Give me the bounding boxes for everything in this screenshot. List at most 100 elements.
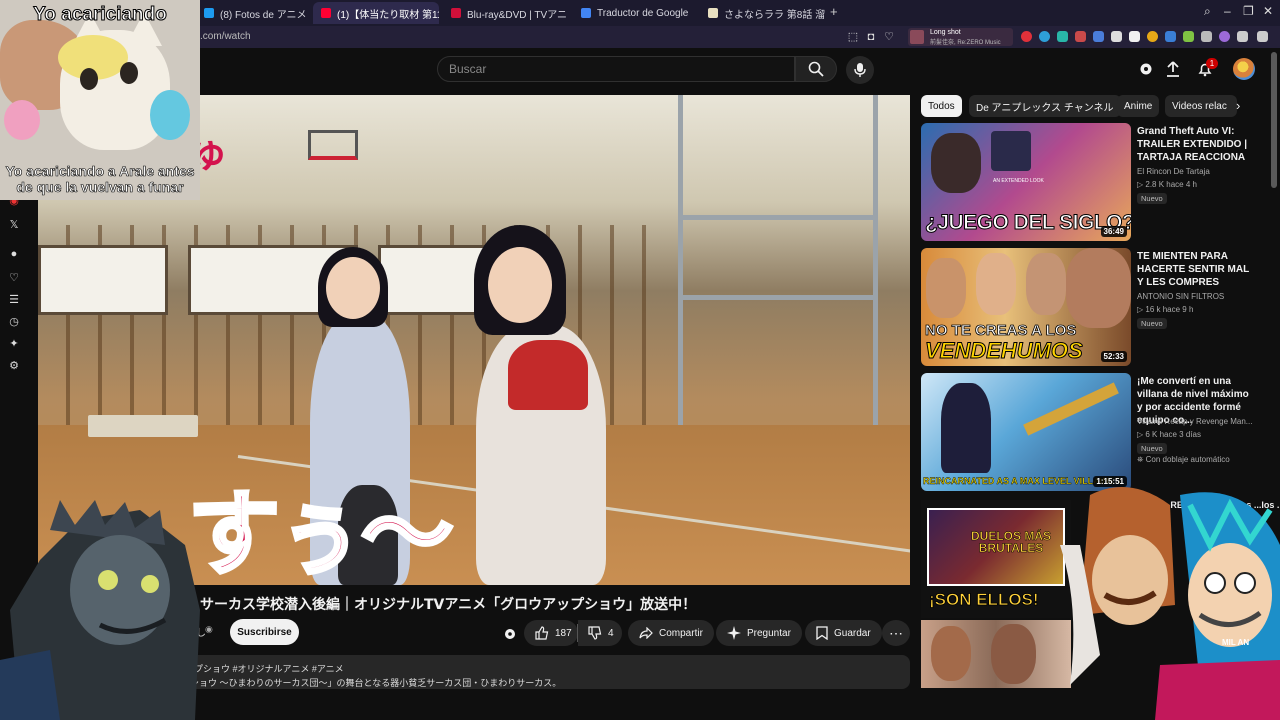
extensions-puzzle-icon[interactable] — [1201, 31, 1212, 42]
vtuber-label: MIL AN — [1222, 638, 1249, 647]
history-icon[interactable]: ◷ — [6, 313, 22, 329]
channel-name[interactable]: ANTONIO SIN FILTROS — [1137, 292, 1224, 301]
description-box[interactable]: アップショウ #オリジナルアニメ #アニメ ップショウ 〜ひまわりのサーカス団〜… — [160, 655, 910, 689]
dislike-button[interactable]: 4 — [578, 620, 622, 646]
media-player-widget[interactable]: Long shot 前髪佳奈, Re:ZERO Music — [908, 28, 1013, 46]
tab-label: (1)【体当たり取材 第11弾】サ — [337, 9, 439, 21]
streamer-face — [931, 133, 981, 193]
extension-icon[interactable] — [1129, 31, 1140, 42]
video-person-shirt — [508, 340, 588, 410]
video-thumbnail[interactable]: DUELOS MÁS BRUTALES ¡SON ELLOS! — [921, 500, 1071, 618]
extension-icon[interactable] — [1039, 31, 1050, 42]
person-face — [1026, 253, 1066, 315]
chip-anime[interactable]: Anime — [1117, 95, 1160, 117]
anime-staff — [1023, 382, 1119, 436]
video-stats: ▷ 6 K hace 3 días — [1137, 430, 1201, 439]
video-thumbnail[interactable]: AN EXTENDED LOOK ¿JUEGO DEL SIGLO? 36:49 — [921, 123, 1131, 241]
channel-name[interactable]: El Rincon De Tartaja — [1137, 167, 1210, 176]
streamer-avatar-monster — [0, 500, 200, 720]
extension-icon[interactable] — [1093, 31, 1104, 42]
browser-tab[interactable]: Blu-ray&DVD | TVアニメ「グロ — [443, 2, 567, 24]
new-badge: Nuevo — [1137, 318, 1167, 329]
restore-icon[interactable]: ❐ — [1243, 4, 1254, 18]
profile-icon[interactable] — [1219, 31, 1230, 42]
spotify-icon[interactable]: ● — [6, 246, 22, 262]
browser-tab-active[interactable]: (1)【体当たり取材 第11弾】サ — [313, 2, 439, 24]
recommended-video[interactable]: AN EXTENDED LOOK ¿JUEGO DEL SIGLO? 36:49… — [921, 123, 1271, 243]
auto-dub-label: ⛯ Con doblaje automático — [1137, 455, 1230, 465]
video-title[interactable]: TE MIENTEN PARA HACERTE SENTIR MAL Y LES… — [1137, 250, 1257, 289]
video-thumbnail[interactable] — [921, 620, 1071, 688]
video-title[interactable]: Grand Theft Auto VI: TRAILER EXTENDIDO |… — [1137, 125, 1257, 164]
downloads-icon[interactable] — [1237, 31, 1248, 42]
browser-tab[interactable]: さよならララ 第8話 溜出担当し — [700, 2, 826, 24]
thumbnail-text: NO TE CREAS A LOS — [925, 322, 1077, 340]
screen: (8) Fotos de アニメ「グロウアップ (1)【体当たり取材 第11弾】… — [0, 0, 1280, 720]
chip-related[interactable]: Videos relac — [1165, 95, 1237, 117]
thumbnail-text: DUELOS MÁS BRUTALES — [970, 529, 1052, 555]
minimize-icon[interactable]: – — [1224, 4, 1231, 18]
extension-icon[interactable] — [1183, 31, 1194, 42]
more-actions-button[interactable]: ⋯ — [882, 620, 910, 646]
bookmark-icon — [816, 626, 828, 640]
video-mat — [88, 415, 198, 437]
bookmark-heart-icon[interactable]: ♡ — [882, 30, 896, 44]
like-button[interactable]: 187 — [524, 620, 578, 646]
recommended-video[interactable]: REINCARNATED AS A MAX LEVEL VILLAINES 1:… — [921, 373, 1271, 493]
video-thumbnail[interactable]: REINCARNATED AS A MAX LEVEL VILLAINES 1:… — [921, 373, 1131, 491]
person-face — [926, 258, 966, 318]
url-text[interactable]: .com/watch — [200, 31, 251, 42]
extension-gear-button[interactable] — [1136, 59, 1156, 79]
settings-icon[interactable]: ⚙ — [6, 357, 22, 373]
close-icon[interactable]: ✕ — [1263, 4, 1273, 18]
browser-tab[interactable]: Traductor de Google — [573, 2, 697, 24]
subscribe-button[interactable]: Suscribirse — [230, 619, 299, 645]
page-scrollbar[interactable] — [1271, 52, 1277, 188]
extension-icon[interactable] — [1057, 31, 1068, 42]
new-badge: Nuevo — [1137, 443, 1167, 454]
create-button[interactable] — [1163, 59, 1183, 79]
search-button[interactable] — [795, 56, 837, 82]
browser-tab[interactable]: (8) Fotos de アニメ「グロウアップ — [196, 2, 309, 24]
reading-list-icon[interactable]: ☰ — [6, 291, 22, 307]
screenshot-icon[interactable]: ⬚ — [846, 30, 860, 44]
voice-search-button[interactable] — [846, 56, 874, 84]
extension-icon[interactable] — [1111, 31, 1122, 42]
pocket-icon[interactable]: ◘ — [864, 30, 878, 44]
recommended-video[interactable]: NO TE CREAS A LOS VENDEHUMOS 52:33 TE MI… — [921, 248, 1271, 368]
video-basketball-hoop — [308, 130, 358, 160]
extensions-icon[interactable]: ✦ — [6, 335, 22, 351]
like-count: 187 — [555, 627, 572, 639]
tab-label: Blu-ray&DVD | TVアニメ「グロ — [467, 9, 567, 21]
share-button[interactable]: Compartir — [628, 620, 714, 646]
channel-name[interactable]: Villains Recap y Revenge Man... — [1137, 417, 1257, 426]
chip-channel[interactable]: De アニプレックス チャンネル — [969, 95, 1121, 117]
chevron-right-icon[interactable]: › — [1236, 98, 1240, 113]
tab-label: さよならララ 第8話 溜出担当し — [724, 9, 826, 21]
search-input[interactable] — [438, 57, 794, 81]
video-thumbnail[interactable]: NO TE CREAS A LOS VENDEHUMOS 52:33 — [921, 248, 1131, 366]
settings-icon — [1140, 63, 1152, 75]
ask-button[interactable]: Preguntar — [716, 620, 802, 646]
x-twitter-icon[interactable]: 𝕏 — [6, 216, 22, 232]
menu-icon[interactable] — [1257, 31, 1268, 42]
extension-icon[interactable] — [1165, 31, 1176, 42]
auto-dub-icon: ⛯ — [1137, 455, 1146, 464]
new-tab-button[interactable]: + — [830, 4, 838, 19]
favorites-icon[interactable]: ♡ — [6, 269, 22, 285]
streamer-avatars-vtubers: MIL AN — [1060, 487, 1280, 720]
wig-graphic — [150, 90, 190, 140]
person-face — [931, 626, 971, 681]
extension-icon[interactable] — [1021, 31, 1032, 42]
notification-count-badge: 1 — [1206, 58, 1218, 69]
thumbs-down-icon — [588, 626, 602, 640]
account-avatar[interactable] — [1233, 58, 1255, 80]
extension-gear-button[interactable] — [500, 624, 520, 644]
search-box[interactable] — [437, 56, 795, 82]
extension-icon[interactable] — [1075, 31, 1086, 42]
extension-icon[interactable] — [1147, 31, 1158, 42]
chip-all[interactable]: Todos — [921, 95, 962, 117]
save-button[interactable]: Guardar — [805, 620, 882, 646]
search-tabs-icon[interactable]: ⌕ — [1204, 4, 1211, 19]
save-label: Guardar — [834, 627, 871, 639]
